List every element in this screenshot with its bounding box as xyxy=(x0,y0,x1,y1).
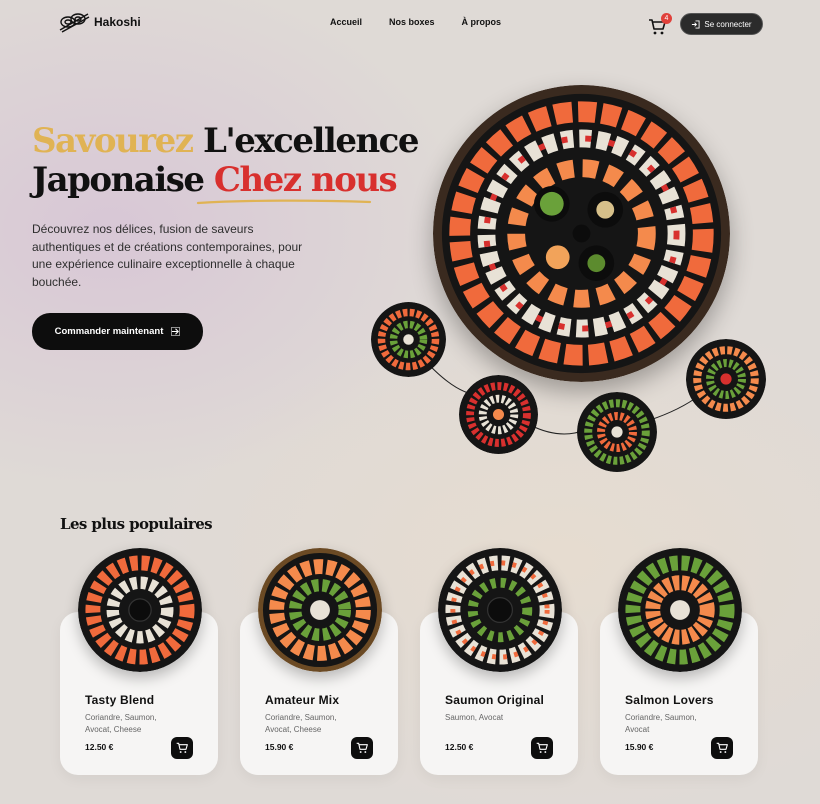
product-name: Amateur Mix xyxy=(265,693,340,707)
add-to-cart-button[interactable] xyxy=(351,737,373,759)
login-button[interactable]: Se connecter xyxy=(680,13,763,35)
hero-title-word-3: Japonaise xyxy=(32,160,205,200)
cart-icon xyxy=(716,742,728,753)
product-name: Tasty Blend xyxy=(85,693,155,707)
product-ingredients: Coriandre, Saumon, Avocat, Cheese xyxy=(265,713,337,734)
popular-section-title: Les plus populaires xyxy=(60,515,213,533)
login-icon xyxy=(692,19,700,29)
product-price: 12.50 € xyxy=(85,742,114,752)
add-to-cart-button[interactable] xyxy=(171,737,193,759)
hero-title: Savourez L'excellence Japonaise Chez nou… xyxy=(32,121,420,200)
title-underline-decoration xyxy=(196,199,372,205)
product-price: 15.90 € xyxy=(625,742,654,752)
login-label: Se connecter xyxy=(704,19,752,29)
order-now-label: Commander maintenant xyxy=(54,326,164,337)
product-ingredients: Coriandre, Saumon, Avocat, Cheese xyxy=(85,713,157,734)
product-image-salmon-lovers xyxy=(618,548,742,672)
product-image-amateur-mix xyxy=(258,548,382,672)
product-price: 15.90 € xyxy=(265,742,294,752)
product-image-tasty-blend xyxy=(78,548,202,672)
add-to-cart-button[interactable] xyxy=(711,737,733,759)
cart-icon xyxy=(356,742,368,753)
order-now-button[interactable]: Commander maintenant xyxy=(32,313,203,350)
product-price: 12.50 € xyxy=(445,742,474,752)
product-image-saumon-original xyxy=(438,548,562,672)
arrow-right-icon xyxy=(171,327,181,336)
main-nav: Accueil Nos boxes À propos xyxy=(330,17,501,27)
mini-platter-image-3 xyxy=(577,392,657,472)
add-to-cart-button[interactable] xyxy=(531,737,553,759)
product-name: Salmon Lovers xyxy=(625,693,714,707)
sushi-logo-icon xyxy=(59,13,90,33)
product-ingredients: Saumon, Avocat xyxy=(445,713,504,722)
cart-count-badge: 4 xyxy=(661,13,672,24)
product-name: Saumon Original xyxy=(445,693,545,707)
header: Hakoshi Accueil Nos boxes À propos 4 Se … xyxy=(0,0,820,50)
nav-item-accueil[interactable]: Accueil xyxy=(330,17,362,27)
product-ingredients: Coriandre, Saumon, Avocat xyxy=(625,713,697,734)
brand-name: Hakoshi xyxy=(94,15,141,29)
mini-platter-image-2 xyxy=(459,375,538,454)
hero-title-word-2: L'excellence xyxy=(202,121,420,161)
cart-icon xyxy=(176,742,188,753)
hero-title-word-4: Chez nous xyxy=(213,160,398,200)
nav-item-a-propos[interactable]: À propos xyxy=(462,17,502,27)
brand-logo[interactable]: Hakoshi xyxy=(58,10,141,34)
hero-description: Découvrez nos délices, fusion de saveurs… xyxy=(32,222,303,289)
mini-platter-image-1 xyxy=(371,302,446,377)
hero-sushi-platter-image xyxy=(433,85,730,382)
hero-title-word-1: Savourez xyxy=(32,121,194,161)
mini-platter-image-4 xyxy=(686,339,766,419)
cart-icon xyxy=(536,742,548,753)
nav-item-nos-boxes[interactable]: Nos boxes xyxy=(389,17,435,27)
